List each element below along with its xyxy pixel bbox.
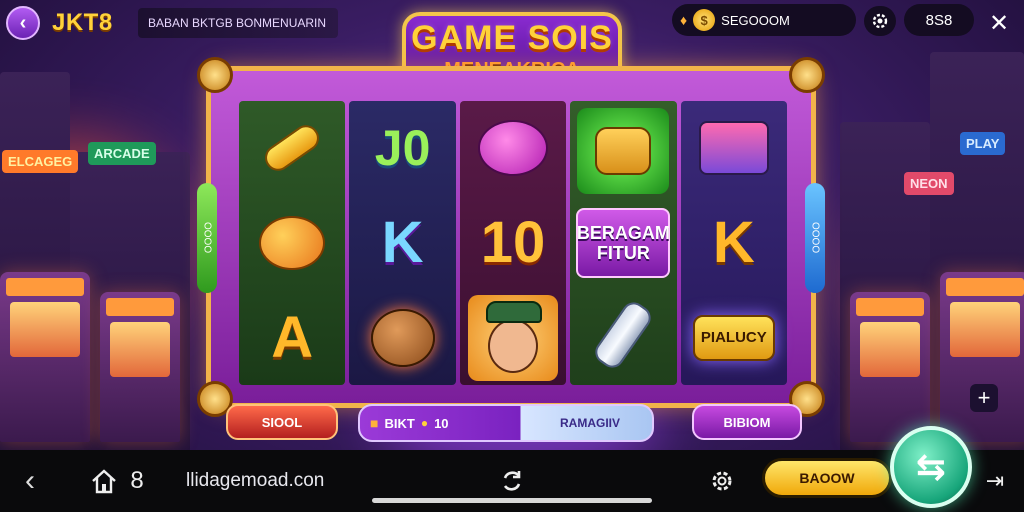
bet-label: BIKT <box>384 415 415 431</box>
left-control-button[interactable]: SIOOL <box>226 404 338 440</box>
game-title: GAME SOIS <box>411 19 613 57</box>
reel-4: BERAGAM FITUR <box>570 101 677 385</box>
reel-symbol-letter: K <box>712 210 755 276</box>
chevron-left-icon: ‹ <box>19 11 27 34</box>
brand-logo: JKT8 <box>52 9 113 36</box>
reel-symbol-letter: A <box>271 305 314 371</box>
cat-face-symbol <box>355 295 451 381</box>
exit-icon: ⇥ <box>985 468 1005 493</box>
lucky-badge-symbol: PIALUCY <box>686 295 782 381</box>
beragam-fitur-badge: BERAGAM FITUR <box>576 208 671 278</box>
gear-icon <box>712 471 732 491</box>
settings-button-bottom[interactable] <box>706 450 738 512</box>
coin-icon: ● <box>420 416 429 430</box>
reel-symbol-letter: K <box>381 210 424 276</box>
spin-button[interactable]: ⇆ <box>890 426 972 508</box>
home-indicator <box>372 498 652 503</box>
reel-frame: OOOO OOOO A J0 K 10 BERAGAM FITUR K PIAL… <box>197 57 825 417</box>
home-icon <box>92 469 116 494</box>
chest-icon: ♦ <box>680 12 688 28</box>
coin-value: SEGOOOM <box>721 12 790 28</box>
mango-symbol <box>244 200 340 286</box>
bet-control-bar[interactable]: ■ BIKT ● 10 RAMAGIIV <box>358 404 654 442</box>
plus-icon: + <box>977 385 991 410</box>
frame-corner-ornament <box>197 57 233 93</box>
close-icon: ✕ <box>988 9 1010 37</box>
man-with-hat-symbol <box>468 294 559 381</box>
balance-button[interactable]: BAOOW <box>762 458 892 498</box>
pink-creature-symbol <box>465 105 561 191</box>
payline-indicator-right: OOOO <box>805 183 825 293</box>
bet-value: 10 <box>434 415 449 431</box>
reel-symbol-letter: J0 <box>374 120 431 177</box>
reel-5: K PIALUCY <box>680 101 788 385</box>
marquee-banner: BABAN BKTGB BONMENUARIN <box>138 8 338 38</box>
right-control-label: BIBIOM <box>723 414 771 430</box>
reel-symbol-number: 10 <box>480 210 546 276</box>
close-button[interactable]: ✕ <box>984 8 1014 38</box>
exit-button[interactable]: ⇥ <box>980 450 1010 512</box>
reel-3: 10 <box>459 101 567 385</box>
settings-button[interactable] <box>864 6 896 36</box>
reels: A J0 K 10 BERAGAM FITUR K PIALUCY <box>239 101 788 385</box>
gear-icon <box>872 13 888 29</box>
url-text: llidagemoad.con <box>186 470 325 491</box>
mode-label: RAMAGIIV <box>560 416 620 430</box>
chest-icon: ■ <box>370 415 379 431</box>
payline-indicator-left: OOOO <box>197 183 217 293</box>
refresh-icon <box>503 471 521 491</box>
gold-face-symbol <box>577 108 670 194</box>
left-control-label: SIOOL <box>261 414 303 430</box>
add-button[interactable]: + <box>970 384 998 412</box>
frame-corner-ornament <box>789 57 825 93</box>
reel-2: J0 K <box>349 101 456 385</box>
tab-count[interactable]: 8 <box>124 450 150 512</box>
reel-1: A <box>239 101 346 385</box>
home-button[interactable] <box>86 450 122 512</box>
jukebox-symbol <box>686 105 782 191</box>
balance-pill: 8S8 <box>904 4 974 36</box>
potion-bottle-symbol <box>575 292 671 378</box>
address-bar[interactable]: llidagemoad.con <box>186 450 336 512</box>
balance-value: 8S8 <box>925 11 953 29</box>
balance-button-label: BAOOW <box>799 470 855 486</box>
back-button[interactable]: ‹ <box>6 6 40 40</box>
badge-text: BERAGAM FITUR <box>576 223 670 263</box>
coin-icon: $ <box>693 9 716 31</box>
coin-balance-pill[interactable]: ♦ $ SEGOOOM <box>672 4 856 36</box>
spin-arrow-icon: ⇆ <box>915 446 947 487</box>
browser-back-button[interactable]: ‹ <box>12 450 48 512</box>
marquee-text: BABAN BKTGB BONMENUARIN <box>148 16 327 30</box>
right-control-button[interactable]: BIBIOM <box>692 404 802 440</box>
banana-symbol <box>244 105 340 191</box>
chevron-left-icon: ‹ <box>25 464 35 497</box>
lucky-badge-text: PIALUCY <box>700 329 767 347</box>
